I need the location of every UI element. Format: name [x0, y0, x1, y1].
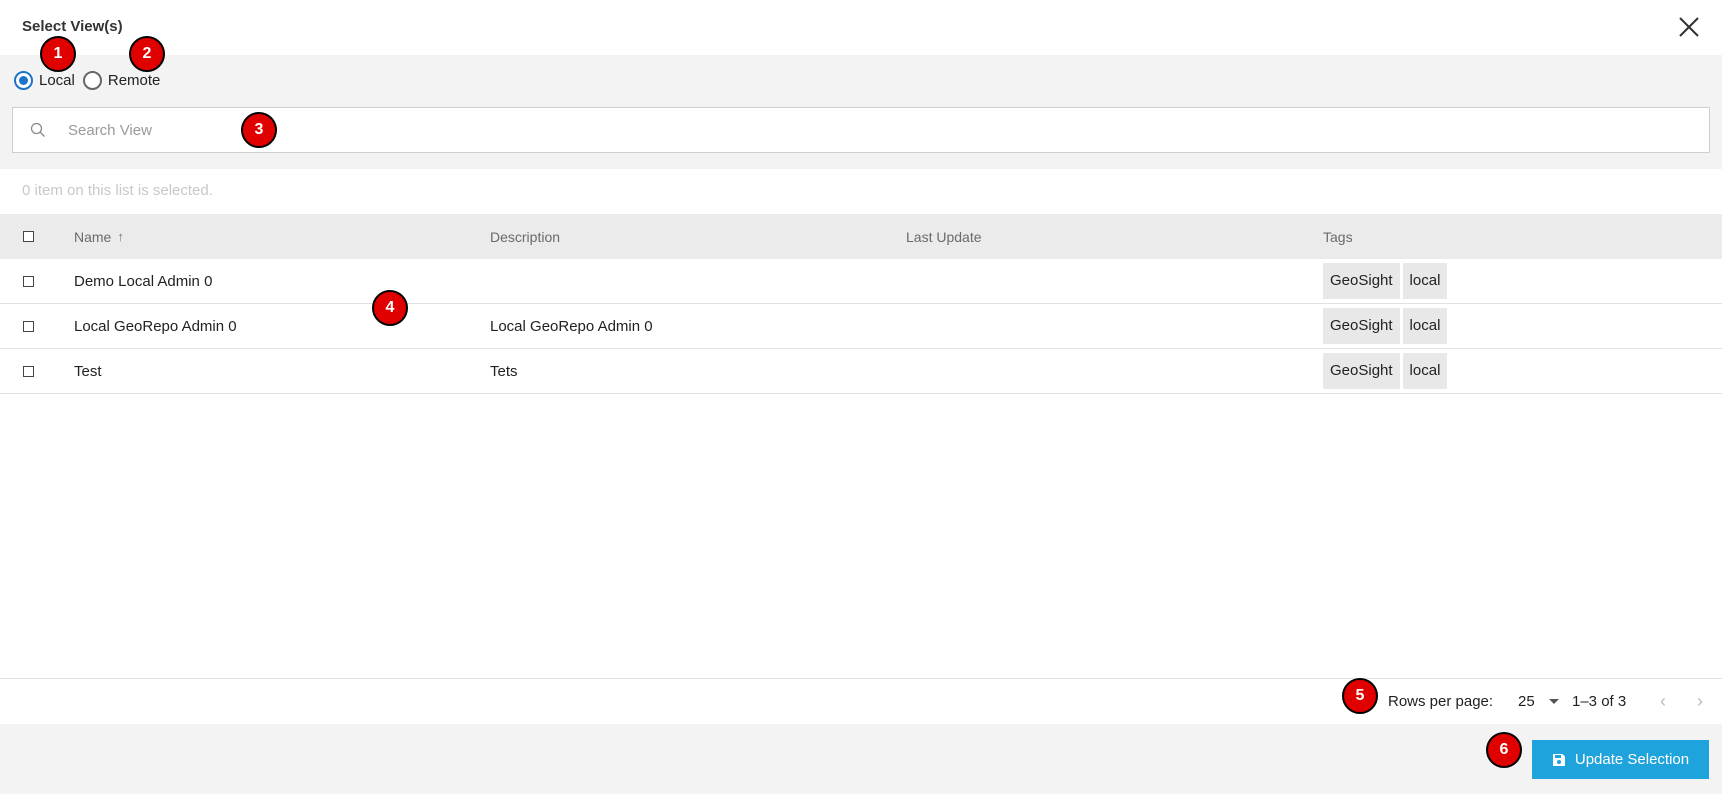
cell-tags: GeoSight local — [1323, 353, 1722, 389]
annotation-marker: 3 — [241, 112, 277, 148]
dialog-actions: Update Selection — [0, 724, 1722, 794]
column-header-tags[interactable]: Tags — [1323, 229, 1722, 245]
search-input[interactable] — [68, 121, 1568, 139]
cell-name: Demo Local Admin 0 — [74, 272, 213, 290]
cell-tags: GeoSight local — [1323, 263, 1722, 299]
annotation-marker: 2 — [129, 36, 165, 72]
radio-local-label: Local — [39, 72, 75, 89]
caret-down-icon — [1548, 699, 1559, 704]
annotation-marker: 4 — [372, 290, 408, 326]
table-row[interactable]: Local GeoRepo Admin 0 Local GeoRepo Admi… — [0, 304, 1722, 349]
annotation-marker: 1 — [40, 36, 76, 72]
dialog-title: Select View(s) — [22, 18, 123, 35]
rows-per-page-label: Rows per page: — [1388, 693, 1494, 710]
select-all-checkbox[interactable] — [23, 231, 34, 242]
table-row[interactable]: Test Tets GeoSight local — [0, 349, 1722, 394]
column-header-name[interactable]: Name ↑ — [74, 229, 490, 245]
cell-name: Test — [74, 362, 102, 380]
row-checkbox[interactable] — [23, 365, 34, 377]
cell-name: Local GeoRepo Admin 0 — [74, 317, 237, 335]
radio-remote-circle[interactable] — [82, 71, 102, 90]
column-header-description[interactable]: Description — [490, 229, 906, 245]
radio-remote-label: Remote — [107, 72, 161, 89]
source-radio-group: Local Remote — [14, 71, 168, 90]
pagination-range: 1–3 of 3 — [1572, 693, 1627, 710]
chevron-left-icon[interactable]: ‹ — [1660, 691, 1666, 712]
cell-tags: GeoSight local — [1323, 308, 1722, 344]
row-checkbox[interactable] — [23, 275, 34, 287]
rows-per-page-select[interactable]: 25 — [1518, 693, 1559, 710]
tag-chip: GeoSight — [1323, 263, 1400, 299]
radio-remote[interactable]: Remote — [82, 71, 161, 90]
cell-description: Local GeoRepo Admin 0 — [490, 317, 653, 335]
save-icon — [1552, 753, 1565, 766]
annotation-marker: 5 — [1342, 678, 1378, 714]
table-row[interactable]: Demo Local Admin 0 GeoSight local — [0, 259, 1722, 304]
close-icon[interactable] — [1674, 12, 1704, 42]
pagination-bar: Rows per page: 25 1–3 of 3 ‹ › — [0, 679, 1722, 724]
column-header-name-label: Name — [74, 228, 112, 245]
radio-local-circle[interactable] — [14, 71, 33, 90]
row-checkbox[interactable] — [23, 320, 34, 332]
update-selection-button[interactable]: Update Selection — [1532, 740, 1709, 779]
radio-local[interactable]: Local — [14, 71, 75, 90]
selection-info: 0 item on this list is selected. — [22, 182, 213, 199]
table-header: Name ↑ Description Last Update Tags — [0, 214, 1722, 259]
views-table: Name ↑ Description Last Update Tags Demo… — [0, 214, 1722, 394]
tag-chip: GeoSight — [1323, 308, 1400, 344]
cell-description: Tets — [490, 362, 518, 380]
tag-chip: local — [1402, 353, 1448, 389]
rows-per-page-value: 25 — [1518, 693, 1535, 710]
chevron-right-icon[interactable]: › — [1697, 691, 1703, 712]
column-header-last-update[interactable]: Last Update — [906, 229, 1323, 245]
tag-chip: GeoSight — [1323, 353, 1400, 389]
dialog-header: Select View(s) — [0, 0, 1722, 55]
sort-ascending-icon: ↑ — [117, 229, 124, 244]
tag-chip: local — [1402, 308, 1448, 344]
search-icon — [30, 122, 45, 137]
annotation-marker: 6 — [1486, 732, 1522, 768]
tag-chip: local — [1402, 263, 1448, 299]
update-selection-label: Update Selection — [1574, 751, 1690, 768]
